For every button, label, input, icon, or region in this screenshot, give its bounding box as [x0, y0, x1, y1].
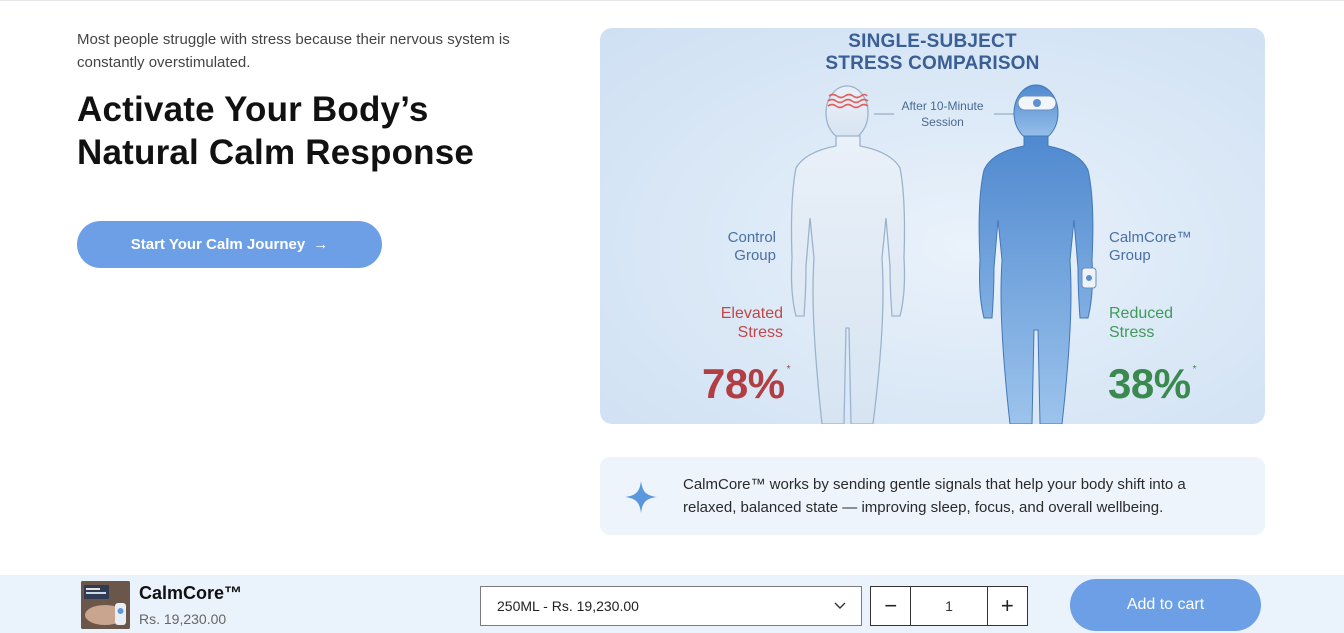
- quantity-input[interactable]: 1: [910, 587, 988, 625]
- elevated-stress-line-1: Elevated: [720, 305, 783, 322]
- elevated-stress-label: Elevated Stress: [690, 304, 783, 342]
- control-stress-percent: 78% *: [702, 348, 791, 407]
- control-footnote-mark: *: [786, 364, 791, 375]
- start-calm-journey-button[interactable]: Start Your Calm Journey →: [77, 221, 382, 268]
- product-price: Rs. 19,230.00: [139, 611, 227, 627]
- quantity-stepper: − 1 +: [870, 586, 1028, 626]
- reduced-stress-line-1: Reduced: [1109, 305, 1174, 322]
- control-group-label: Control Group: [700, 229, 776, 265]
- reduced-stress-line-2: Stress: [1109, 324, 1155, 341]
- session-line-2: Session: [921, 115, 964, 129]
- product-name: CalmCore™: [139, 583, 243, 603]
- hero-intro-text: Most people struggle with stress because…: [77, 31, 510, 71]
- control-group-line-1: Control: [727, 229, 776, 246]
- session-line-1: After 10-Minute: [901, 99, 984, 113]
- hero-headline: Activate Your Body’s Natural Calm Respon…: [77, 88, 577, 174]
- calmcore-group-line-1: CalmCore™: [1109, 229, 1192, 246]
- headline-line-2: Natural Calm Response: [77, 133, 475, 172]
- add-to-cart-button[interactable]: Add to cart: [1070, 579, 1261, 631]
- note-text: CalmCore™ works by sending gentle signal…: [683, 476, 1186, 516]
- calmcore-percent-value: 38%: [1108, 360, 1191, 407]
- calmcore-body-figure: [978, 84, 1094, 424]
- stress-comparison-figure: SINGLE-SUBJECT STRESS COMPARISON After 1…: [600, 28, 1265, 424]
- chevron-down-icon: [834, 602, 846, 609]
- how-it-works-note: CalmCore™ works by sending gentle signal…: [600, 457, 1265, 535]
- headband-device-icon: [1017, 95, 1057, 111]
- reduced-stress-label: Reduced Stress: [1109, 304, 1229, 342]
- control-group-line-2: Group: [734, 247, 776, 264]
- wrist-device-icon: [1081, 267, 1097, 289]
- cta-label: Start Your Calm Journey: [130, 236, 306, 253]
- product-thumbnail: [81, 581, 130, 629]
- control-percent-value: 78%: [702, 360, 785, 407]
- session-label: After 10-Minute Session: [890, 98, 995, 130]
- control-body-figure: [790, 85, 906, 424]
- sparkle-icon: [625, 481, 657, 513]
- arrow-right-icon: →: [313, 236, 329, 253]
- figure-title-line-2: STRESS COMPARISON: [825, 53, 1040, 74]
- decrease-quantity-button[interactable]: −: [871, 587, 910, 625]
- top-divider: [0, 0, 1344, 1]
- elevated-stress-line-2: Stress: [737, 324, 783, 341]
- variant-select[interactable]: 250ML - Rs. 19,230.00: [480, 586, 862, 626]
- increase-quantity-button[interactable]: +: [988, 587, 1027, 625]
- calmcore-footnote-mark: *: [1192, 364, 1197, 375]
- calmcore-group-label: CalmCore™ Group: [1109, 229, 1229, 265]
- calmcore-stress-percent: 38% *: [1108, 348, 1197, 407]
- variant-selected-value: 250ML - Rs. 19,230.00: [497, 598, 639, 614]
- calmcore-group-line-2: Group: [1109, 247, 1151, 264]
- figure-title-line-1: SINGLE-SUBJECT: [848, 31, 1017, 52]
- headline-line-1: Activate Your Body’s: [77, 90, 429, 129]
